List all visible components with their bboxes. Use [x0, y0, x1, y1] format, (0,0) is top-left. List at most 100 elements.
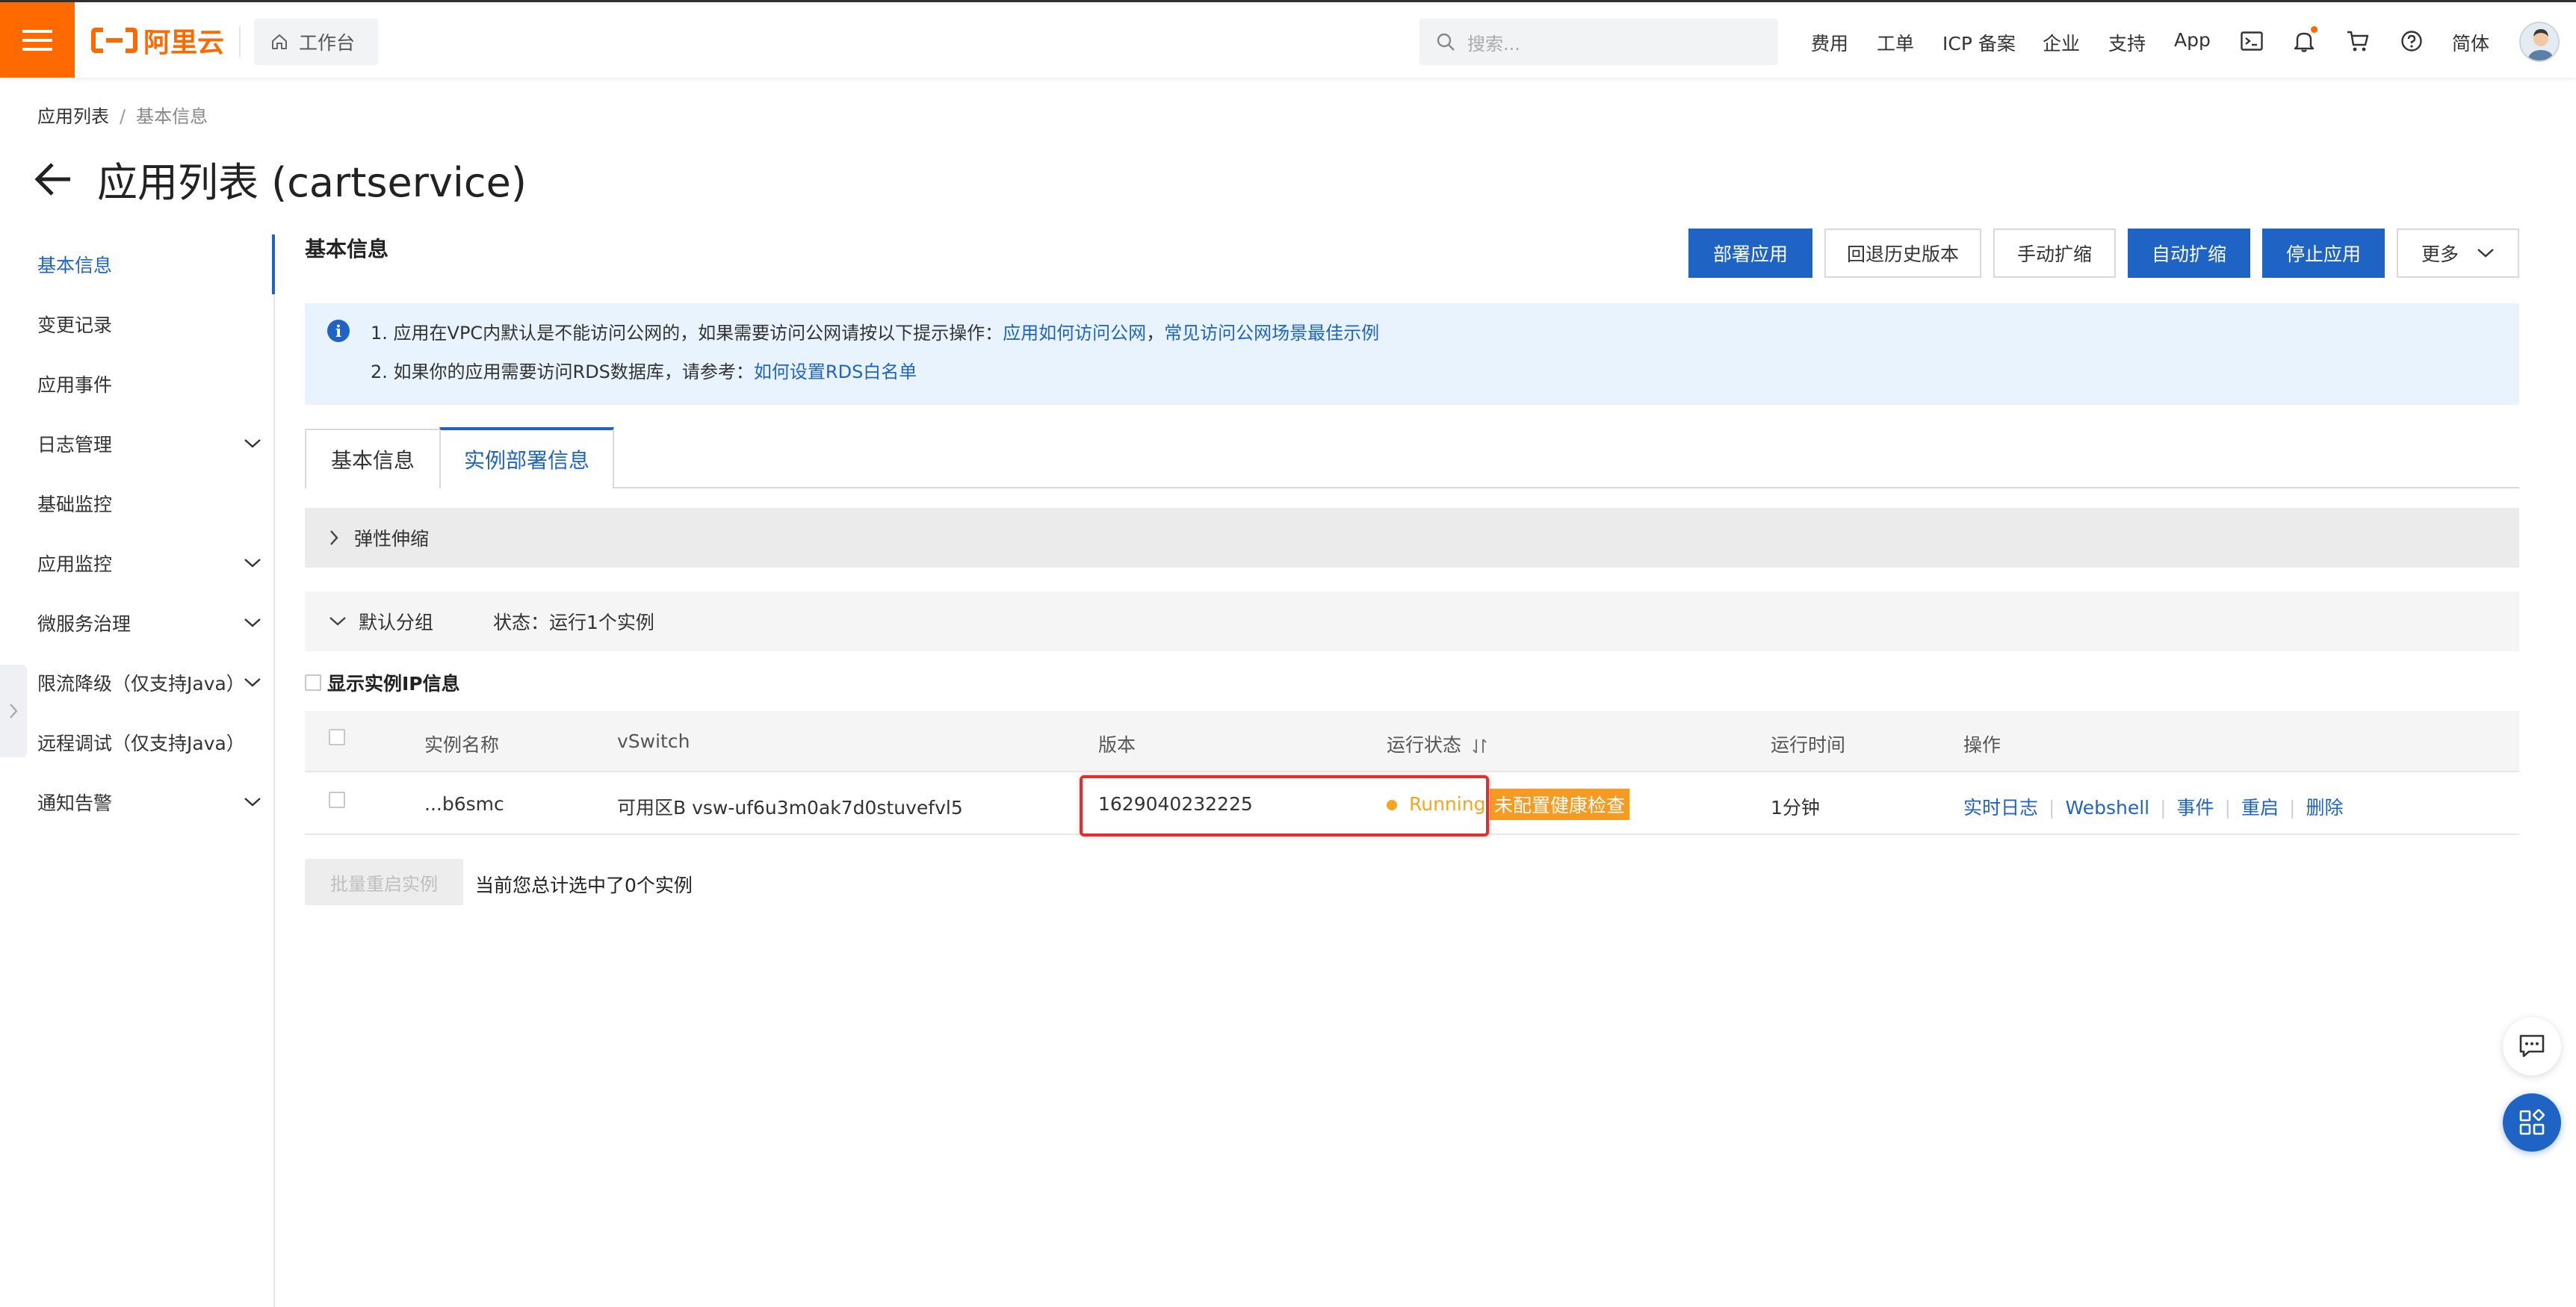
sidebar-active-indicator	[272, 235, 275, 294]
elastic-scaling-panel[interactable]: 弹性伸缩	[305, 508, 2519, 568]
feedback-button[interactable]	[2503, 1017, 2561, 1075]
action-separator: |	[2160, 797, 2167, 819]
page-title: 应用列表 (cartservice)	[97, 159, 527, 206]
cart-icon	[2347, 31, 2369, 52]
default-group-panel[interactable]: 默认分组 状态：运行1个实例	[305, 592, 2519, 651]
best-practice-link[interactable]: 常见访问公网场景最佳示例	[1164, 323, 1379, 344]
bell-icon	[2294, 32, 2315, 52]
nav-tickets[interactable]: 工单	[1877, 29, 1914, 56]
run-time-value: 1分钟	[1771, 797, 1820, 819]
language-switch[interactable]: 简体	[2452, 29, 2489, 56]
apps-grid-icon	[2519, 1109, 2545, 1135]
col-run-status[interactable]: 运行状态	[1387, 730, 1488, 757]
notice-text-1: 1. 应用在VPC内默认是不能访问公网的，如果需要访问公网请按以下提示操作：	[371, 323, 1003, 344]
delete-link[interactable]: 删除	[2306, 797, 2343, 819]
realtime-log-link[interactable]: 实时日志	[1963, 797, 2038, 819]
restart-link[interactable]: 重启	[2241, 797, 2279, 819]
quick-apps-button[interactable]	[2503, 1093, 2561, 1152]
workbench-button[interactable]: 工作台	[254, 19, 378, 65]
sidebar-item-rate-limiting[interactable]: 限流降级（仅支持Java）	[37, 664, 261, 701]
terminal-button[interactable]	[2237, 26, 2267, 56]
workbench-label: 工作台	[299, 32, 356, 54]
sidebar-item-microservice-governance[interactable]: 微服务治理	[37, 604, 261, 642]
breadcrumb-root[interactable]: 应用列表	[37, 106, 109, 127]
events-link[interactable]: 事件	[2177, 797, 2214, 819]
rollback-version-button[interactable]: 回退历史版本	[1824, 229, 1981, 278]
terminal-icon	[2241, 31, 2263, 51]
tab-instance-deploy-info[interactable]: 实例部署信息	[439, 427, 614, 488]
deploy-app-button[interactable]: 部署应用	[1688, 229, 1812, 278]
nav-fees[interactable]: 费用	[1811, 29, 1848, 56]
nav-support[interactable]: 支持	[2108, 29, 2146, 56]
sidebar-expand-handle[interactable]	[0, 665, 27, 757]
show-ip-checkbox[interactable]	[305, 674, 321, 691]
chevron-down-icon	[2477, 249, 2494, 258]
sidebar-item-app-monitoring[interactable]: 应用监控	[37, 544, 261, 582]
sidebar-item-label: 应用监控	[37, 553, 113, 575]
sidebar-item-label: 基础监控	[37, 494, 113, 515]
col-actions: 操作	[1963, 734, 2001, 756]
public-access-link[interactable]: 应用如何访问公网	[1003, 323, 1146, 344]
sidebar-item-label: 应用事件	[37, 374, 113, 396]
auto-scale-button[interactable]: 自动扩缩	[2128, 229, 2250, 278]
sidebar-item-basic-info[interactable]: 基本信息	[37, 246, 261, 283]
sidebar-item-label: 基本信息	[37, 255, 113, 276]
more-dropdown[interactable]: 更多	[2397, 229, 2519, 278]
sidebar-item-basic-monitoring[interactable]: 基础监控	[37, 485, 261, 522]
brand-logo[interactable]: 阿里云	[91, 23, 224, 58]
sidebar-item-log-management[interactable]: 日志管理	[37, 425, 261, 462]
help-button[interactable]	[2397, 26, 2427, 56]
row-checkbox[interactable]	[329, 792, 345, 808]
hamburger-icon	[22, 29, 52, 51]
sidebar-item-app-events[interactable]: 应用事件	[37, 365, 261, 403]
chevron-down-icon	[244, 798, 261, 807]
action-separator: |	[2224, 797, 2231, 819]
stop-app-button[interactable]: 停止应用	[2262, 229, 2385, 278]
avatar[interactable]	[2519, 22, 2560, 62]
run-status: Running	[1387, 793, 1485, 815]
select-all-checkbox[interactable]	[329, 729, 345, 745]
notice-line-1: 1. 应用在VPC内默认是不能访问公网的，如果需要访问公网请按以下提示操作：应用…	[371, 318, 1379, 344]
search-input[interactable]: 搜索...	[1419, 19, 1778, 65]
col-vswitch: vSwitch	[617, 730, 690, 752]
tab-bar: 基本信息 实例部署信息	[305, 427, 2519, 488]
top-bar: 阿里云 工作台 搜索... 费用 工单 ICP 备案 企业 支持 App 简体	[0, 0, 2576, 78]
version-value: 1629040232225	[1098, 793, 1253, 815]
group-status: 状态：运行1个实例	[493, 612, 654, 633]
webshell-link[interactable]: Webshell	[2065, 797, 2149, 819]
show-ip-toggle[interactable]: 显示实例IP信息	[305, 669, 460, 696]
sidebar-item-remote-debug[interactable]: 远程调试（仅支持Java）	[37, 724, 261, 761]
health-check-badge[interactable]: 未配置健康检查	[1490, 789, 1630, 820]
notification-dot	[2311, 26, 2318, 33]
user-avatar-icon	[2527, 29, 2555, 60]
cart-button[interactable]	[2343, 26, 2373, 56]
chevron-down-icon	[244, 618, 261, 627]
nav-enterprise[interactable]: 企业	[2043, 29, 2080, 56]
sidebar-item-alerts[interactable]: 通知告警	[37, 783, 261, 821]
back-arrow-icon[interactable]	[33, 161, 75, 198]
breadcrumb-current: 基本信息	[136, 106, 208, 127]
sidebar-item-label: 远程调试（仅支持Java）	[37, 733, 245, 754]
rds-whitelist-link[interactable]: 如何设置RDS白名单	[754, 361, 917, 382]
tab-basic-info[interactable]: 基本信息	[305, 429, 441, 488]
notice-banner: i 1. 应用在VPC内默认是不能访问公网的，如果需要访问公网请按以下提示操作：…	[305, 303, 2519, 405]
help-icon	[2401, 31, 2422, 52]
table-row: ...b6smc 可用区B vsw-uf6u3m0ak7d0stuvefvl5 …	[305, 774, 2519, 835]
topbar-divider	[239, 26, 241, 58]
notification-button[interactable]	[2289, 26, 2319, 56]
page-header: 应用列表 (cartservice)	[33, 149, 527, 208]
home-icon	[272, 34, 287, 49]
sidebar-item-change-log[interactable]: 变更记录	[37, 305, 261, 343]
batch-restart-button[interactable]: 批量重启实例	[305, 859, 463, 905]
notice-comma: ，	[1146, 323, 1165, 344]
instance-name[interactable]: ...b6smc	[424, 793, 504, 815]
show-ip-label: 显示实例IP信息	[327, 673, 460, 695]
chevron-down-icon	[329, 617, 346, 626]
menu-button[interactable]	[0, 2, 75, 78]
table-header: 实例名称 vSwitch 版本 运行状态 运行时间 操作	[305, 711, 2519, 772]
chevron-down-icon	[244, 559, 261, 568]
nav-icp[interactable]: ICP 备案	[1942, 29, 2016, 56]
nav-app[interactable]: App	[2174, 29, 2211, 51]
chat-icon	[2519, 1034, 2545, 1058]
manual-scale-button[interactable]: 手动扩缩	[1993, 229, 2116, 278]
